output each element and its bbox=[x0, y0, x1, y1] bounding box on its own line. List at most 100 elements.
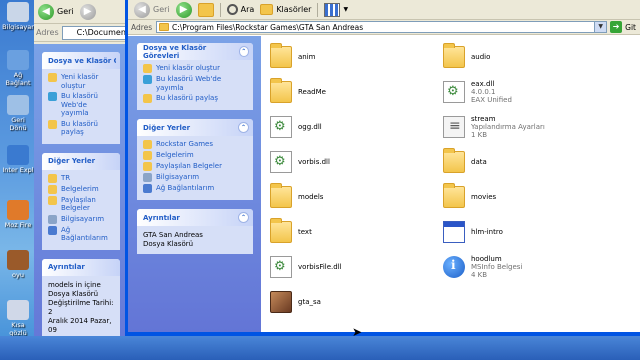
place-link[interactable]: Ağ Bağlantılarım bbox=[143, 184, 247, 193]
desktop-shortcut[interactable]: Geri Dönü bbox=[2, 95, 34, 132]
desktop-shortcut[interactable]: Ağ Bağlant bbox=[2, 50, 34, 87]
other-places-box: Diğer Yerler ⌃ Rockstar Games Belgelerim P… bbox=[137, 119, 253, 200]
file-item[interactable]: hoodlumMSInfo Belgesi4 KB bbox=[443, 250, 618, 284]
folder-icon bbox=[443, 148, 465, 173]
forward-button[interactable]: ▶ bbox=[175, 1, 192, 18]
back-details-line: Aralık 2014 Pazar, 09 bbox=[48, 316, 112, 334]
back-tasks-header[interactable]: Dosya ve Klasör Görevleri bbox=[42, 52, 120, 69]
desktop-shortcut-label: Moz Fire bbox=[4, 221, 32, 229]
back-details-line: models in içine bbox=[48, 280, 101, 289]
address-input[interactable]: C:\Program Files\Rockstar Games\GTA San … bbox=[156, 21, 608, 33]
task-icon bbox=[48, 73, 57, 82]
file-list: anim audio ReadMe eax.dll4.0.0.1EAX Unified… bbox=[265, 38, 637, 334]
place-link[interactable]: Bilgisayarım bbox=[143, 173, 247, 182]
collapse-icon[interactable]: ⌃ bbox=[238, 122, 249, 133]
file-item[interactable]: models bbox=[270, 180, 445, 214]
place-link[interactable]: Belgelerim bbox=[143, 151, 247, 160]
desktop-shortcut-label: oyu bbox=[12, 271, 24, 279]
file-item[interactable]: streamYapılandırma Ayarları1 KB bbox=[443, 110, 618, 144]
task-link[interactable]: Bu klasörü paylaş bbox=[143, 94, 247, 103]
back-place-label: Bilgisayarım bbox=[61, 214, 105, 223]
file-item[interactable]: hlm-intro bbox=[443, 215, 618, 249]
back-place-link[interactable]: TR bbox=[48, 173, 114, 183]
file-meta: 4 KB bbox=[471, 271, 488, 279]
file-name: hlm-intro bbox=[471, 228, 503, 236]
file-item[interactable]: gta_sa bbox=[270, 285, 445, 319]
firefox-icon bbox=[7, 200, 29, 220]
back-task-link[interactable]: Bu klasörü Web'de yayımla bbox=[48, 92, 114, 118]
desktop-shortcut[interactable]: Bilgisayar bbox=[2, 2, 34, 31]
file-item[interactable]: data bbox=[443, 145, 618, 179]
file-item[interactable]: vorbis.dll bbox=[270, 145, 445, 179]
back-button[interactable]: ◀ Geri bbox=[134, 1, 170, 18]
place-link[interactable]: Paylaşılan Belgeler bbox=[143, 162, 247, 171]
back-other-header[interactable]: Diğer Yerler bbox=[42, 152, 120, 170]
task-label: Bu klasörü Web'de yayımla bbox=[156, 75, 222, 92]
task-icon bbox=[48, 195, 57, 205]
place-link[interactable]: Rockstar Games bbox=[143, 140, 247, 149]
back-details-header[interactable]: Ayrıntılar bbox=[42, 258, 120, 276]
task-icon bbox=[143, 173, 152, 182]
address-label: Adres bbox=[131, 22, 153, 32]
file-name: text bbox=[298, 228, 312, 236]
task-icon bbox=[48, 184, 57, 194]
back-window-back-button[interactable]: ◀ Geri bbox=[38, 3, 74, 20]
desktop-shortcut[interactable]: oyu bbox=[2, 250, 34, 279]
task-link[interactable]: Yeni klasör oluştur bbox=[143, 64, 247, 73]
file-item[interactable]: ReadMe bbox=[270, 75, 445, 109]
file-name: vorbis.dll bbox=[298, 158, 330, 166]
collapse-icon[interactable]: ⌃ bbox=[238, 46, 249, 57]
file-meta: Yapılandırma Ayarları bbox=[471, 123, 545, 131]
back-task-link[interactable]: Bu klasörü paylaş bbox=[48, 119, 114, 137]
details-box: Ayrıntılar ⌃ GTA San Andreas Dosya Klasö… bbox=[137, 209, 253, 254]
go-arrow-icon: ➔ bbox=[610, 21, 623, 33]
task-icon bbox=[143, 151, 152, 160]
details-header[interactable]: Ayrıntılar ⌃ bbox=[137, 209, 253, 226]
back-place-link[interactable]: Bilgisayarım bbox=[48, 214, 114, 224]
back-task-link[interactable]: Yeni klasör oluştur bbox=[48, 73, 114, 90]
place-label: Rockstar Games bbox=[156, 140, 214, 148]
place-label: Ağ Bağlantılarım bbox=[156, 184, 215, 192]
details-type: Dosya Klasörü bbox=[143, 240, 194, 248]
toolbar-separator bbox=[219, 2, 221, 17]
file-folder-tasks-header[interactable]: Dosya ve Klasör Görevleri ⌃ bbox=[137, 43, 253, 60]
recycle-bin-icon bbox=[7, 95, 29, 115]
file-item[interactable]: ogg.dll bbox=[270, 110, 445, 144]
go-button[interactable]: ➔ Git bbox=[610, 21, 640, 33]
explorer-window[interactable]: ◀ Geri ▶ Ara Klasörler ▼ Adres C:\Progra… bbox=[125, 0, 640, 336]
collapse-icon[interactable]: ⌃ bbox=[238, 212, 249, 223]
forward-arrow-icon[interactable]: ▶ bbox=[79, 3, 96, 20]
file-item[interactable]: movies bbox=[443, 180, 618, 214]
back-place-link[interactable]: Ağ Bağlantılarım bbox=[48, 225, 114, 243]
back-place-label: Paylaşılan Belgeler bbox=[61, 195, 96, 213]
file-item[interactable]: eax.dll4.0.0.1EAX Unified bbox=[443, 75, 618, 109]
back-place-label: Belgelerim bbox=[61, 184, 99, 193]
desktop-shortcut[interactable]: Kısa gözlü bbox=[2, 300, 34, 337]
desktop-shortcut[interactable]: Moz Fire bbox=[2, 200, 34, 229]
back-place-link[interactable]: Belgelerim bbox=[48, 184, 114, 194]
folders-icon bbox=[260, 4, 274, 15]
file-item[interactable]: text bbox=[270, 215, 445, 249]
network-icon bbox=[7, 50, 29, 70]
desktop-shortcut[interactable]: Inter Expl bbox=[2, 145, 34, 174]
file-name: ogg.dll bbox=[298, 123, 322, 131]
up-folder-icon[interactable] bbox=[197, 2, 214, 17]
config-file-icon bbox=[443, 116, 465, 138]
dll-file-icon bbox=[270, 116, 292, 138]
file-item[interactable]: audio bbox=[443, 40, 618, 74]
address-dropdown[interactable]: ▼ bbox=[594, 22, 607, 32]
back-place-link[interactable]: Paylaşılan Belgeler bbox=[48, 195, 114, 213]
game-executable-icon bbox=[270, 291, 292, 313]
other-places-header[interactable]: Diğer Yerler ⌃ bbox=[137, 119, 253, 136]
file-item[interactable]: anim bbox=[270, 40, 445, 74]
folders-button[interactable]: Klasörler bbox=[260, 4, 311, 15]
views-button[interactable]: ▼ bbox=[324, 2, 348, 17]
file-name: eax.dll bbox=[471, 80, 495, 88]
search-button[interactable]: Ara bbox=[226, 4, 254, 15]
task-icon bbox=[143, 64, 152, 73]
file-item[interactable]: vorbisFile.dll bbox=[270, 250, 445, 284]
place-label: Bilgisayarım bbox=[156, 173, 200, 181]
back-place-label: TR bbox=[61, 173, 71, 182]
task-icon bbox=[48, 225, 57, 235]
task-link[interactable]: Bu klasörü Web'de yayımla bbox=[143, 75, 247, 92]
